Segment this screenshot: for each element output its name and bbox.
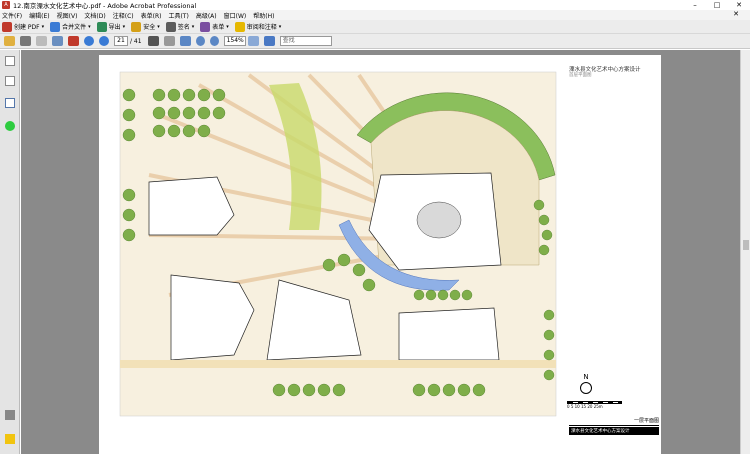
- auditorium-seating: [416, 201, 462, 239]
- print-icon[interactable]: [20, 36, 31, 46]
- page-total: / 41: [130, 37, 142, 45]
- menu-file[interactable]: 文件(F): [2, 11, 22, 20]
- zoom-out-icon[interactable]: [195, 36, 205, 46]
- forms-button[interactable]: 表单 ▾: [200, 21, 229, 32]
- menu-window[interactable]: 窗口(W): [224, 11, 247, 20]
- merge-files-icon: [50, 21, 61, 32]
- menu-help[interactable]: 帮助(H): [253, 11, 274, 20]
- email-icon[interactable]: [52, 36, 63, 46]
- comments-icon[interactable]: [5, 434, 15, 444]
- forms-label: 表单: [212, 24, 225, 31]
- drawing-subtitle: 首层平面图: [569, 73, 592, 78]
- west-building: [148, 176, 235, 236]
- road: [120, 360, 556, 368]
- sheet-label: 一层平面图: [569, 417, 659, 426]
- zoom-level-input[interactable]: 154%: [223, 36, 246, 46]
- document-pane[interactable]: 溧水县文化艺术中心方案设计 首层平面图 N 0 5 10 15 20 25m 一…: [21, 50, 740, 454]
- fit-width-icon[interactable]: [263, 36, 275, 46]
- security-button[interactable]: 安全 ▾: [131, 21, 160, 32]
- title-bar: A 12.南京溧水文化艺术中心.pdf - Adobe Acrobat Prof…: [0, 0, 750, 10]
- scale-text: 0 5 10 15 20 25m: [567, 404, 603, 409]
- form-icon: [200, 21, 211, 32]
- scrollbar-thumb[interactable]: [743, 240, 749, 250]
- lock-icon: [131, 21, 142, 32]
- merge-files-label: 合并文件: [62, 24, 87, 31]
- sign-button[interactable]: 签名 ▾: [165, 21, 194, 32]
- find-input[interactable]: 查找: [279, 36, 332, 46]
- zoom-in-icon[interactable]: [209, 36, 219, 46]
- menu-document[interactable]: 文档(D): [84, 11, 105, 20]
- menu-bar: 文件(F) 编辑(E) 视图(V) 文档(D) 注释(C) 表单(R) 工具(T…: [0, 10, 750, 20]
- open-folder-icon[interactable]: [4, 36, 15, 46]
- north-label: N: [583, 373, 589, 381]
- zoom-tool-icon[interactable]: [179, 36, 191, 46]
- next-page-icon[interactable]: [99, 36, 109, 46]
- sign-label: 签名: [177, 24, 190, 31]
- bookmarks-icon[interactable]: [5, 76, 15, 86]
- signatures-icon[interactable]: [5, 98, 15, 108]
- create-pdf-button[interactable]: 创建 PDF ▾: [2, 21, 44, 32]
- attachments-icon[interactable]: [5, 410, 15, 420]
- navigation-panel: [0, 50, 20, 454]
- site-plan-drawing: [119, 71, 557, 417]
- vertical-scrollbar[interactable]: [740, 50, 750, 454]
- menu-advanced[interactable]: 高级(A): [196, 11, 217, 20]
- pdf-page: 溧水县文化艺术中心方案设计 首层平面图 N 0 5 10 15 20 25m 一…: [99, 55, 661, 454]
- maximize-button[interactable]: □: [706, 0, 728, 10]
- pen-icon: [165, 21, 176, 32]
- merge-files-button[interactable]: 合并文件 ▾: [50, 21, 91, 32]
- window-title: 12.南京溧水文化艺术中心.pdf - Adobe Acrobat Profes…: [13, 2, 197, 10]
- create-pdf-label: 创建 PDF: [14, 24, 40, 31]
- menu-forms[interactable]: 表单(R): [141, 11, 162, 20]
- review-label: 审阅和注释: [246, 24, 277, 31]
- security-label: 安全: [143, 24, 156, 31]
- pages-icon[interactable]: [5, 56, 15, 66]
- create-pdf-icon: [2, 21, 12, 32]
- sheet-title-block: 一层平面图 溧水县文化艺术中心方案设计: [569, 417, 659, 435]
- navigation-toolbar: 21 / 41 154% 查找: [0, 34, 750, 49]
- close-button[interactable]: ✕: [728, 0, 750, 10]
- east-building: [398, 307, 500, 361]
- menu-view[interactable]: 视图(V): [57, 11, 78, 20]
- menu-comments[interactable]: 注释(C): [113, 11, 134, 20]
- export-label: 导出: [108, 24, 121, 31]
- help-icon[interactable]: [5, 121, 15, 131]
- previous-page-icon[interactable]: [84, 36, 94, 46]
- window-controls: – □ ✕: [684, 0, 750, 10]
- close-document-button[interactable]: ✕: [733, 10, 739, 18]
- select-tool-icon[interactable]: [147, 36, 159, 46]
- minimize-button[interactable]: –: [684, 0, 706, 10]
- scale-bar: 0 5 10 15 20 25m: [567, 401, 622, 409]
- menu-tools[interactable]: 工具(T): [168, 11, 188, 20]
- export-icon: [96, 21, 107, 32]
- north-arrow: N: [579, 373, 593, 394]
- sheet-project: 溧水县文化艺术中心方案设计: [569, 427, 659, 435]
- save-icon[interactable]: [36, 36, 47, 46]
- pdf-icon: A: [2, 1, 10, 9]
- task-toolbar: 创建 PDF ▾ 合并文件 ▾ 导出 ▾ 安全 ▾ 签名 ▾ 表单 ▾ 审阅和注释 ▾: [0, 20, 750, 34]
- fit-page-icon[interactable]: [247, 36, 259, 46]
- export-button[interactable]: 导出 ▾: [96, 21, 125, 32]
- review-comment-button[interactable]: 审阅和注释 ▾: [234, 21, 281, 32]
- comment-icon: [234, 21, 245, 32]
- menu-edit[interactable]: 编辑(E): [29, 11, 49, 20]
- acrobat-icon[interactable]: [68, 36, 79, 46]
- page-number-input[interactable]: 21: [114, 36, 128, 46]
- hand-tool-icon[interactable]: [163, 36, 175, 46]
